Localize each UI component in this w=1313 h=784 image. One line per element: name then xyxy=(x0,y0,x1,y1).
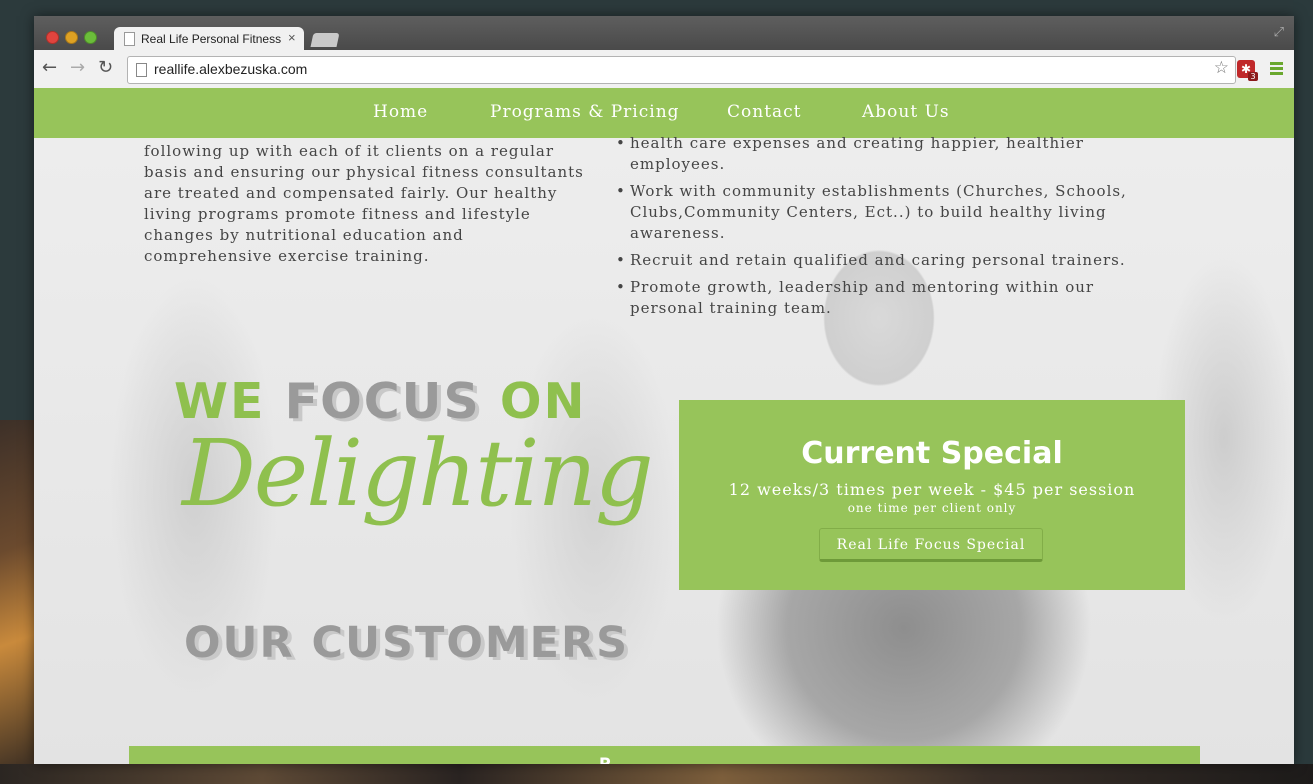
tagline-bottom: OUR CUSTOMERS xyxy=(184,618,630,668)
nav-contact[interactable]: Contact xyxy=(727,102,802,122)
current-special-box: Current Special 12 weeks/3 times per wee… xyxy=(679,400,1185,590)
tab-bar: Real Life Personal Fitness | × ⤢ xyxy=(34,16,1294,50)
new-tab-button[interactable] xyxy=(310,33,340,47)
bottom-banner: P xyxy=(129,746,1200,764)
web-page: Home Programs & Pricing Contact About Us… xyxy=(34,88,1294,764)
browser-window: Real Life Personal Fitness | × ⤢ ← → ↻ r… xyxy=(34,16,1294,764)
menu-icon[interactable] xyxy=(1270,62,1283,77)
minimize-window-button[interactable] xyxy=(65,31,78,44)
tagline-script: Delighting xyxy=(182,420,654,527)
nav-about-us[interactable]: About Us xyxy=(862,102,950,122)
list-item: health care expenses and creating happie… xyxy=(616,133,1170,175)
page-icon xyxy=(136,63,147,77)
about-paragraph: following up with each of it clients on … xyxy=(144,142,584,265)
zoom-window-button[interactable] xyxy=(84,31,97,44)
special-price: 12 weeks/3 times per week - $45 per sess… xyxy=(728,480,1136,499)
list-item: Recruit and retain qualified and caring … xyxy=(616,250,1170,271)
tab-title: Real Life Personal Fitness | xyxy=(141,32,281,46)
forward-arrow-icon[interactable]: → xyxy=(70,57,85,78)
tab-close-icon[interactable]: × xyxy=(288,30,296,45)
close-window-button[interactable] xyxy=(46,31,59,44)
url-text[interactable]: reallife.alexbezuska.com xyxy=(154,61,307,77)
special-button[interactable]: Real Life Focus Special xyxy=(819,528,1043,562)
list-item: Work with community establishments (Chur… xyxy=(616,181,1170,244)
address-bar[interactable]: reallife.alexbezuska.com ☆ xyxy=(127,56,1236,84)
bookmark-star-icon[interactable]: ☆ xyxy=(1214,58,1229,78)
special-title: Current Special xyxy=(801,436,1063,471)
extension-badge: 3 xyxy=(1248,72,1258,81)
bottom-banner-text: P xyxy=(599,754,611,764)
list-item: Promote growth, leadership and mentoring… xyxy=(616,277,1170,319)
back-arrow-icon[interactable]: ← xyxy=(42,57,57,78)
browser-tab[interactable]: Real Life Personal Fitness | × xyxy=(114,27,304,50)
desktop-wallpaper-bottom xyxy=(0,764,1313,784)
nav-programs-pricing[interactable]: Programs & Pricing xyxy=(490,102,680,122)
site-navigation: Home Programs & Pricing Contact About Us xyxy=(34,88,1294,138)
special-note: one time per client only xyxy=(847,501,1017,515)
browser-toolbar: ← → ↻ reallife.alexbezuska.com ☆ ✱ 3 xyxy=(34,50,1294,89)
page-icon xyxy=(124,32,135,46)
reload-icon[interactable]: ↻ xyxy=(98,57,113,78)
goals-list: health care expenses and creating happie… xyxy=(616,133,1170,325)
desktop-wallpaper-right xyxy=(1293,0,1313,784)
nav-home[interactable]: Home xyxy=(373,102,428,122)
fullscreen-icon[interactable]: ⤢ xyxy=(1274,25,1284,40)
